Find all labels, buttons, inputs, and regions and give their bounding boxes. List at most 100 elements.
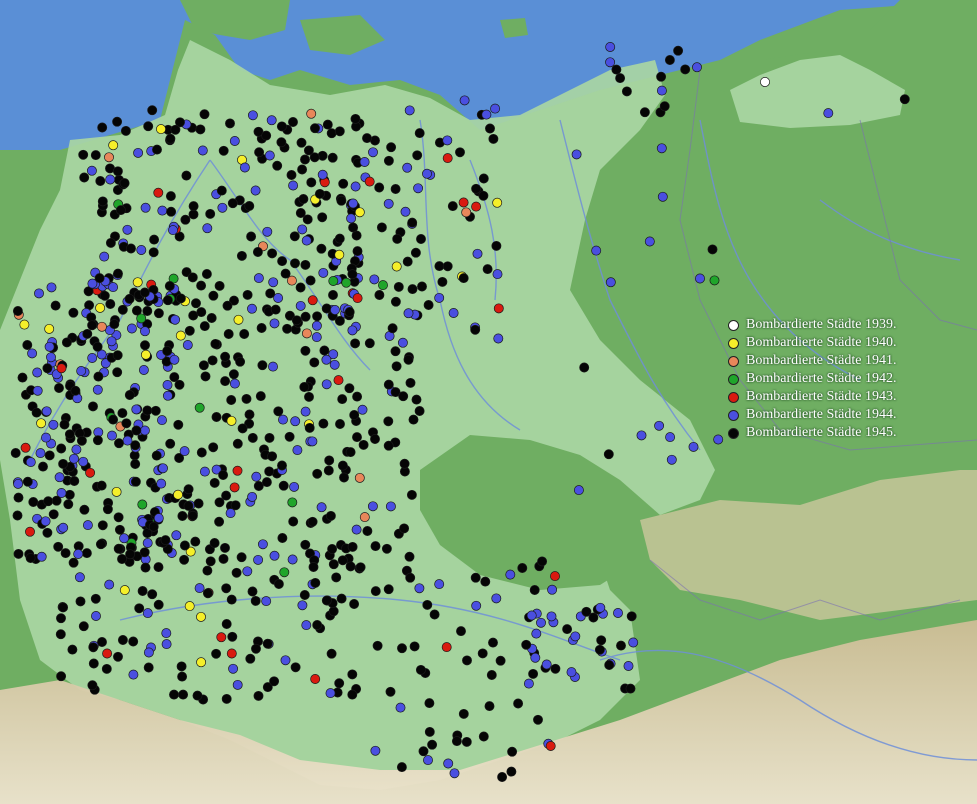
city-marker [400, 206, 411, 217]
city-marker [114, 524, 125, 535]
city-marker [424, 698, 435, 709]
city-marker [124, 390, 135, 400]
city-marker [239, 162, 250, 173]
city-marker [334, 233, 345, 244]
city-marker [481, 109, 492, 120]
city-marker [626, 611, 637, 622]
city-marker [247, 432, 258, 443]
city-marker [613, 608, 623, 618]
city-marker [41, 406, 52, 417]
city-marker [297, 600, 308, 611]
city-marker [153, 513, 164, 524]
city-marker [131, 305, 142, 316]
city-marker [334, 678, 345, 689]
city-marker [471, 201, 482, 212]
city-marker [214, 516, 225, 527]
city-marker [398, 391, 409, 402]
city-marker [69, 453, 79, 464]
city-marker [164, 281, 175, 291]
city-marker [424, 726, 435, 737]
city-marker [319, 345, 330, 356]
city-marker [79, 172, 90, 183]
city-marker [546, 611, 557, 622]
city-marker [193, 498, 204, 509]
city-marker [349, 599, 360, 609]
city-marker [573, 485, 584, 496]
city-marker [331, 572, 342, 583]
city-marker [323, 465, 334, 476]
city-marker [19, 319, 30, 330]
city-marker [232, 679, 243, 690]
city-marker [67, 644, 78, 655]
city-marker [231, 567, 242, 578]
city-marker [42, 527, 53, 538]
city-marker [245, 653, 256, 664]
city-marker [142, 405, 153, 416]
city-marker [513, 698, 524, 709]
city-marker [71, 444, 82, 455]
city-marker [276, 137, 287, 148]
city-marker [229, 378, 240, 389]
city-marker [362, 526, 373, 536]
city-marker [297, 164, 308, 175]
city-marker [177, 671, 188, 682]
city-marker [140, 349, 151, 360]
city-marker [349, 410, 360, 420]
city-marker [53, 541, 64, 552]
city-marker [223, 329, 234, 339]
city-marker [233, 314, 244, 325]
city-marker [132, 277, 143, 288]
city-marker [390, 346, 401, 357]
city-marker [227, 631, 238, 642]
city-marker [251, 471, 262, 482]
city-marker [196, 280, 207, 291]
city-marker [491, 240, 502, 251]
city-marker [108, 140, 119, 151]
city-marker [161, 628, 172, 639]
city-marker [209, 477, 220, 488]
city-marker [334, 249, 345, 260]
city-marker [153, 562, 164, 573]
city-marker [236, 250, 247, 261]
city-marker [28, 497, 39, 507]
city-marker [625, 683, 636, 694]
city-marker [482, 264, 493, 275]
city-marker [405, 572, 416, 583]
city-marker [46, 352, 56, 363]
city-marker [434, 261, 445, 272]
legend-item-1943: Bombardierte Städte 1943. [728, 388, 968, 406]
city-marker [25, 553, 36, 563]
city-marker [229, 482, 240, 493]
city-marker [101, 663, 112, 674]
city-marker [290, 416, 301, 427]
city-marker [256, 323, 267, 333]
city-marker [64, 489, 75, 500]
city-marker [282, 323, 293, 334]
city-marker [147, 589, 158, 600]
city-marker [168, 225, 178, 236]
city-marker [207, 355, 218, 366]
city-marker [570, 631, 581, 642]
city-marker [351, 524, 362, 535]
city-marker [156, 478, 167, 489]
city-marker [550, 571, 560, 582]
city-marker [76, 366, 87, 376]
city-marker [324, 455, 335, 466]
city-marker [413, 183, 424, 194]
city-marker [97, 520, 108, 531]
city-marker [364, 176, 375, 187]
city-marker [665, 432, 676, 443]
city-marker [104, 152, 114, 163]
city-marker [289, 231, 300, 242]
city-marker [88, 401, 98, 412]
city-marker [437, 276, 448, 287]
city-marker [434, 292, 445, 303]
legend-label-1945: Bombardierte Städte 1945. [746, 425, 897, 440]
city-marker [414, 583, 425, 594]
city-marker [397, 337, 408, 348]
city-marker [88, 658, 99, 669]
city-marker [303, 145, 314, 156]
city-marker [412, 150, 423, 161]
city-marker [488, 637, 498, 648]
city-marker [486, 670, 497, 680]
